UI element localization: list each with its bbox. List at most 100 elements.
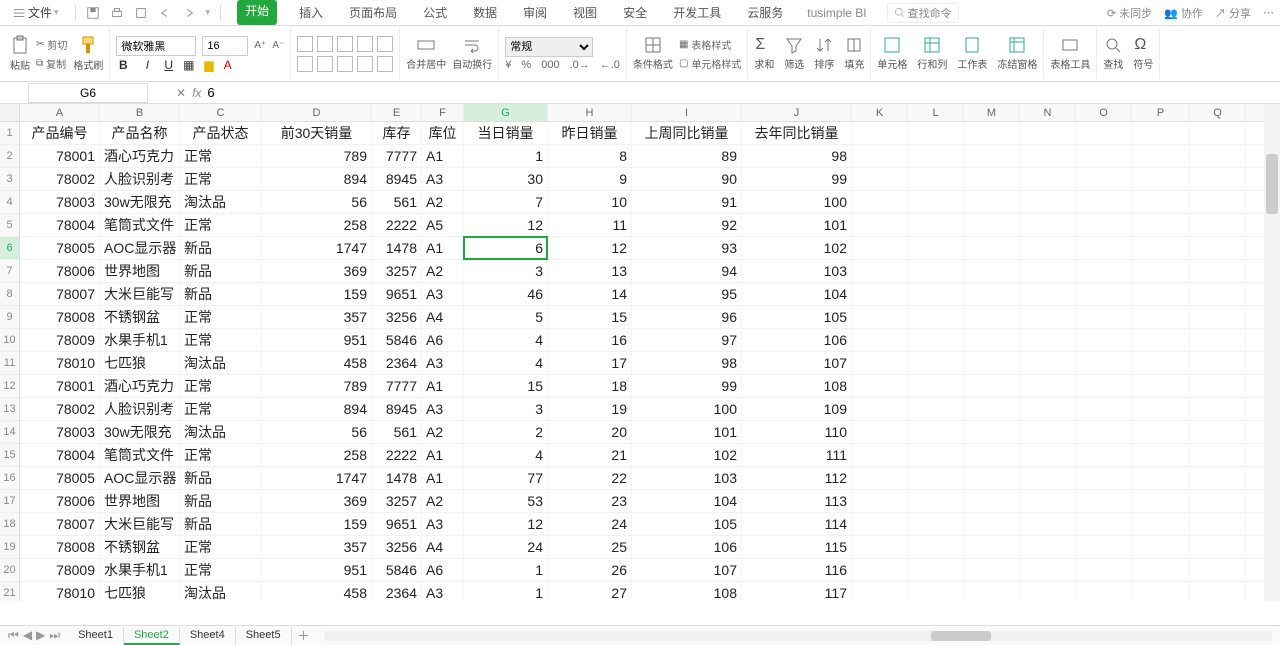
cell[interactable] [1020, 582, 1076, 601]
italic-button[interactable]: I [140, 58, 154, 72]
sheet-nav-arrows[interactable]: ⏮ ◀ ▶ ⏭ [0, 628, 68, 643]
cell[interactable] [908, 559, 964, 581]
cell[interactable] [1076, 398, 1132, 420]
cell[interactable] [1132, 352, 1190, 374]
cell[interactable]: 9651 [372, 513, 422, 535]
cell[interactable]: 水果手机1 [100, 329, 180, 351]
cell[interactable] [1076, 306, 1132, 328]
cell[interactable]: 78002 [20, 398, 100, 420]
cell[interactable]: 102 [632, 444, 742, 466]
cell[interactable] [1020, 237, 1076, 259]
cell[interactable]: 8 [548, 145, 632, 167]
cell[interactable] [1076, 559, 1132, 581]
cell[interactable]: 1 [464, 559, 548, 581]
sort-button[interactable]: 排序 [814, 36, 834, 71]
cell[interactable]: 12 [464, 214, 548, 236]
cell[interactable] [1190, 122, 1246, 144]
fill-color-button[interactable]: ▆ [204, 58, 213, 72]
sum-button[interactable]: Σ求和 [754, 36, 774, 71]
fill-button[interactable]: 填充 [844, 36, 864, 71]
cell[interactable]: 15 [548, 306, 632, 328]
cell[interactable]: 98 [742, 145, 852, 167]
cell[interactable] [908, 283, 964, 305]
cell[interactable]: A3 [422, 168, 464, 190]
more-icon[interactable]: ⋯ [1263, 6, 1274, 19]
cell[interactable]: 107 [742, 352, 852, 374]
cell[interactable] [852, 260, 908, 282]
cell[interactable] [1190, 490, 1246, 512]
cell[interactable]: 104 [632, 490, 742, 512]
cell[interactable]: 7 [464, 191, 548, 213]
cell[interactable]: 111 [742, 444, 852, 466]
sheet-tab[interactable]: Sheet5 [236, 627, 292, 645]
cell[interactable]: A3 [422, 352, 464, 374]
cell[interactable]: 25 [548, 536, 632, 558]
cell[interactable] [852, 467, 908, 489]
cell[interactable]: 16 [548, 329, 632, 351]
cell[interactable] [852, 375, 908, 397]
cell[interactable]: 人脸识别考 [100, 168, 180, 190]
col-header[interactable]: L [908, 104, 964, 121]
cell[interactable] [908, 444, 964, 466]
cell[interactable]: A1 [422, 467, 464, 489]
cell[interactable]: 106 [742, 329, 852, 351]
cancel-icon[interactable]: ✕ [176, 86, 186, 100]
cell[interactable]: 1 [464, 582, 548, 601]
cell[interactable]: 24 [464, 536, 548, 558]
cell[interactable] [964, 582, 1020, 601]
dec-decimal-icon[interactable]: ←.0 [600, 59, 620, 71]
cell[interactable]: 78009 [20, 559, 100, 581]
cell[interactable] [908, 398, 964, 420]
cell[interactable]: 30w无限充 [100, 421, 180, 443]
cell[interactable] [1132, 122, 1190, 144]
cell[interactable]: 7777 [372, 145, 422, 167]
vertical-scrollbar[interactable] [1264, 104, 1280, 601]
cell[interactable] [908, 536, 964, 558]
col-header[interactable]: N [1020, 104, 1076, 121]
table-style-button[interactable]: ▦表格样式 [679, 37, 741, 52]
cut-button[interactable]: ✂剪切 [36, 37, 67, 52]
col-header[interactable]: C [180, 104, 262, 121]
cell[interactable] [1132, 283, 1190, 305]
cell[interactable]: 78006 [20, 260, 100, 282]
cell[interactable]: 3 [464, 260, 548, 282]
cell[interactable]: 789 [262, 145, 372, 167]
cell[interactable] [908, 490, 964, 512]
cell[interactable]: 笔筒式文件 [100, 214, 180, 236]
cell[interactable]: A4 [422, 536, 464, 558]
cell[interactable] [852, 398, 908, 420]
cell[interactable] [964, 467, 1020, 489]
cell[interactable] [964, 191, 1020, 213]
cell[interactable] [1132, 375, 1190, 397]
cell[interactable]: 14 [548, 283, 632, 305]
row-header[interactable]: 2 [0, 145, 19, 168]
cell[interactable] [964, 122, 1020, 144]
cell[interactable]: 去年同比销量 [742, 122, 852, 144]
ribbon-tab-8[interactable]: 开发工具 [669, 0, 725, 25]
cell[interactable]: 新品 [180, 283, 262, 305]
cell[interactable]: 新品 [180, 467, 262, 489]
cell[interactable]: A2 [422, 490, 464, 512]
cell[interactable] [1132, 329, 1190, 351]
cell[interactable] [1020, 490, 1076, 512]
share-button[interactable]: ↗ 分享 [1215, 5, 1251, 21]
row-header[interactable]: 10 [0, 329, 19, 352]
cell[interactable]: A3 [422, 398, 464, 420]
cell[interactable] [852, 306, 908, 328]
col-header[interactable]: Q [1190, 104, 1246, 121]
cell[interactable] [1190, 191, 1246, 213]
col-header[interactable]: O [1076, 104, 1132, 121]
row-header[interactable]: 11 [0, 352, 19, 375]
cell[interactable]: AOC显示器 [100, 237, 180, 259]
cell[interactable]: A5 [422, 214, 464, 236]
increase-font-icon[interactable]: A⁺ [254, 40, 266, 51]
cell[interactable]: 104 [742, 283, 852, 305]
cell[interactable] [1020, 375, 1076, 397]
cell[interactable] [1132, 536, 1190, 558]
cell[interactable]: A6 [422, 329, 464, 351]
cell[interactable] [852, 145, 908, 167]
cell[interactable] [1020, 329, 1076, 351]
cell[interactable] [1020, 513, 1076, 535]
rowcol-button[interactable]: 行和列 [917, 36, 947, 71]
col-header[interactable]: G [464, 104, 548, 121]
